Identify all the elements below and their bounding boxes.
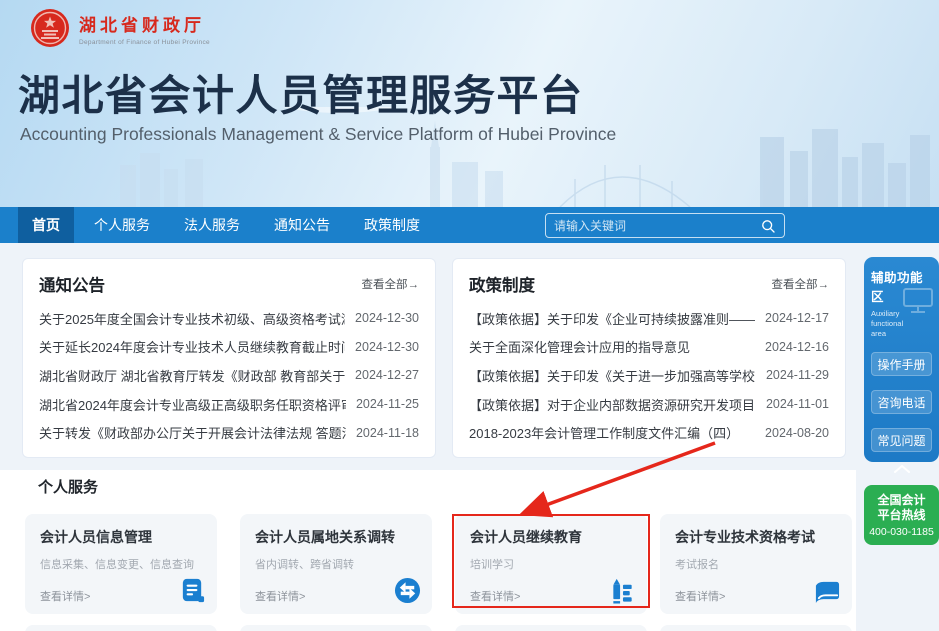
page-subtitle: Accounting Professionals Management & Se… [20,124,616,145]
service-card-relocation[interactable]: 会计人员属地关系调转 省内调转、跨省调转 查看详情> [240,514,432,614]
helper-panel: 辅助功能区 Auxiliary functional area 操作手册 咨询电… [864,257,939,462]
agency-logo: 湖北省财政厅 Department of Finance of Hubei Pr… [30,8,210,48]
search-box[interactable] [545,213,785,238]
agency-name: 湖北省财政厅 [79,11,210,36]
agency-name-en: Department of Finance of Hubei Province [79,39,210,46]
page-title: 湖北省会计人员管理服务平台 [18,62,584,123]
notice-item[interactable]: 关于延长2024年度会计专业技术人员继续教育截止时间... 2024-12-30 [39,333,419,362]
faq-button[interactable]: 常见问题 [871,428,932,452]
policies-panel: 政策制度 查看全部→ 【政策依据】关于印发《企业可持续披露准则——基本... 2… [452,258,846,458]
notice-item[interactable]: 湖北省财政厅 湖北省教育厅转发《财政部 教育部关于印... 2024-12-27 [39,361,419,390]
service-card-partial[interactable] [660,625,852,631]
service-card-qualification-exam[interactable]: 会计专业技术资格考试 考试报名 查看详情> [660,514,852,614]
nav-item-policies[interactable]: 政策制度 [350,207,434,243]
service-card-info-management[interactable]: 会计人员信息管理 信息采集、信息变更、信息查询 查看详情> [25,514,217,614]
page: 湖北省财政厅 Department of Finance of Hubei Pr… [0,0,939,631]
view-details-link[interactable]: 查看详情> [255,588,305,604]
hotline-label-line2: 平台热线 [864,508,939,523]
hotline-number: 400-030-1185 [864,526,939,538]
policy-item[interactable]: 2018-2023年会计管理工作制度文件汇编（四） 2024-08-20 [469,418,829,447]
main-nav: 首页 个人服务 法人服务 通知公告 政策制度 [0,207,939,243]
notices-title: 通知公告 [39,272,105,296]
nav-item-notices[interactable]: 通知公告 [260,207,344,243]
policy-item[interactable]: 关于全面深化管理会计应用的指导意见 2024-12-16 [469,333,829,362]
manual-button[interactable]: 操作手册 [871,352,932,376]
personal-services-title: 个人服务 [38,476,98,497]
nav-item-personal-services[interactable]: 个人服务 [80,207,164,243]
search-input[interactable] [554,219,760,233]
policies-title: 政策制度 [469,272,535,296]
view-details-link[interactable]: 查看详情> [40,588,90,604]
notices-list: 关于2025年度全国会计专业技术初级、高级资格考试湖... 2024-12-30… [39,304,419,447]
policies-list: 【政策依据】关于印发《企业可持续披露准则——基本... 2024-12-17 关… [469,304,829,447]
notice-item[interactable]: 湖北省2024年度会计专业高级正高级职务任职资格评审... 2024-11-25 [39,390,419,419]
policy-item[interactable]: 【政策依据】对于企业内部数据资源研究开发项目的支出... 2024-11-01 [469,390,829,419]
service-card-partial[interactable] [455,625,647,631]
service-card-continuing-education[interactable]: 会计人员继续教育 培训学习 查看详情> [455,514,647,614]
search-icon[interactable] [760,218,776,234]
notices-panel: 通知公告 查看全部→ 关于2025年度全国会计专业技术初级、高级资格考试湖...… [22,258,436,458]
policy-item[interactable]: 【政策依据】关于印发《企业可持续披露准则——基本... 2024-12-17 [469,304,829,333]
policies-view-all-link[interactable]: 查看全部→ [772,276,830,292]
notice-item[interactable]: 关于转发《财政部办公厅关于开展会计法律法规 答题活... 2024-11-18 [39,418,419,447]
consult-phone-button[interactable]: 咨询电话 [871,390,932,414]
notices-view-all-link[interactable]: 查看全部→ [362,276,420,292]
service-card-partial[interactable] [25,625,217,631]
national-emblem-icon [30,8,70,48]
policy-item[interactable]: 【政策依据】关于印发《关于进一步加强高等学校内部控... 2024-11-29 [469,361,829,390]
back-to-top-icon[interactable] [893,464,911,473]
nav-item-corporate-services[interactable]: 法人服务 [170,207,254,243]
hotline-label-line1: 全国会计 [864,493,939,508]
hotline-badge: 全国会计 平台热线 400-030-1185 [864,485,939,545]
service-card-partial[interactable] [240,625,432,631]
computer-monitor-icon [901,287,935,315]
nav-item-home[interactable]: 首页 [18,207,74,243]
transfer-arrows-icon [394,577,421,604]
notice-item[interactable]: 关于2025年度全国会计专业技术初级、高级资格考试湖... 2024-12-30 [39,304,419,333]
view-details-link[interactable]: 查看详情> [470,588,520,604]
exam-book-icon [813,577,841,604]
form-document-icon [179,577,206,604]
education-pen-icon [609,577,636,604]
banner: 湖北省财政厅 Department of Finance of Hubei Pr… [0,0,939,207]
view-details-link[interactable]: 查看详情> [675,588,725,604]
